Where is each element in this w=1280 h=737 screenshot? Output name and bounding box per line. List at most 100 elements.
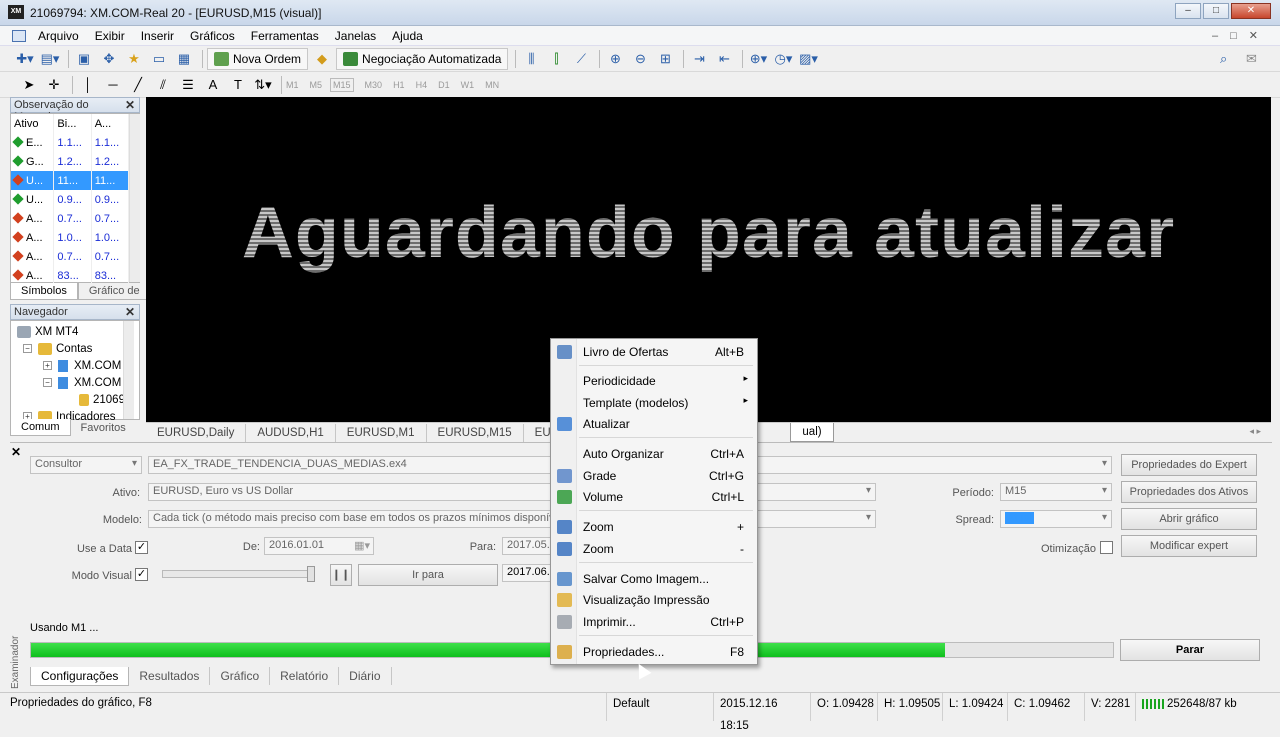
close-icon[interactable]: ✕ <box>125 98 135 112</box>
indicators-icon[interactable]: ⊕▾ <box>747 48 769 70</box>
speed-slider-thumb[interactable] <box>307 566 315 582</box>
arrows-icon[interactable]: ⇅▾ <box>252 74 274 96</box>
candlestick-icon[interactable]: ⫿ <box>545 48 567 70</box>
fibonacci-icon[interactable]: ☰ <box>177 74 199 96</box>
visual-mode-checkbox[interactable]: ✓ <box>135 568 148 581</box>
zoom-in-icon[interactable]: ⊕ <box>604 48 626 70</box>
stop-button[interactable]: Parar <box>1120 639 1260 661</box>
tab-scroll-arrows[interactable]: ◂ ▸ <box>1249 426 1261 437</box>
nav-login[interactable]: 21069 <box>17 391 139 408</box>
autoscroll-icon[interactable]: ⇥ <box>688 48 710 70</box>
nav-accounts[interactable]: − Contas <box>17 340 139 357</box>
vertical-line-icon[interactable]: │ <box>77 74 99 96</box>
bar-chart-icon[interactable]: ⫼ <box>520 48 542 70</box>
close-button[interactable]: ✕ <box>1231 3 1271 19</box>
context-menu-item[interactable]: Template (modelos) ▸ <box>552 392 756 414</box>
context-menu-item[interactable]: Grade Ctrl+G <box>552 465 756 487</box>
tab-simbolos[interactable]: Símbolos <box>10 283 78 300</box>
new-chart-icon[interactable]: ✚▾ <box>14 48 36 70</box>
status-profile[interactable]: Default <box>606 693 712 721</box>
menu-ajuda[interactable]: Ajuda <box>384 26 431 46</box>
close-icon[interactable]: ✕ <box>11 445 21 459</box>
tester-type-select[interactable]: Consultor <box>30 456 142 474</box>
market-watch-row[interactable]: A... 0.7... 0.7... <box>11 209 130 228</box>
tab-eurusd-m15-visual[interactable]: ual) <box>790 423 834 442</box>
line-chart-icon[interactable]: ⟋ <box>570 48 592 70</box>
menu-janelas[interactable]: Janelas <box>327 26 384 46</box>
mdi-window-controls[interactable]: ‒□✕ <box>1212 29 1270 42</box>
trendline-icon[interactable]: ╱ <box>127 74 149 96</box>
market-watch-row[interactable]: A... 0.7... 0.7... <box>11 247 130 266</box>
context-menu-item[interactable]: Livro de Ofertas Alt+B <box>552 341 756 363</box>
pause-button[interactable]: ❙❙ <box>330 564 352 586</box>
market-watch-row[interactable]: U... 0.9... 0.9... <box>11 190 130 209</box>
context-menu-item[interactable]: Visualização Impressão <box>552 589 756 611</box>
period-m30[interactable]: M30 <box>365 80 383 90</box>
zoom-out-icon[interactable]: ⊖ <box>629 48 651 70</box>
cursor-icon[interactable]: ➤ <box>18 74 40 96</box>
period-m5[interactable]: M5 <box>310 80 323 90</box>
new-order-button[interactable]: Nova Ordem <box>207 47 309 70</box>
horizontal-line-icon[interactable]: ─ <box>102 74 124 96</box>
market-watch-row[interactable]: A... 1.0... 1.0... <box>11 228 130 247</box>
speed-slider[interactable] <box>162 566 315 582</box>
crosshair-icon[interactable]: ✛ <box>43 74 65 96</box>
period-m1[interactable]: M1 <box>286 80 299 90</box>
context-menu-item[interactable]: Atualizar <box>552 413 756 435</box>
optimization-checkbox[interactable] <box>1100 541 1113 554</box>
context-menu-item[interactable]: Zoom + <box>552 516 756 538</box>
goto-date-field[interactable]: 2017.06.0 <box>502 564 552 582</box>
expert-properties-button[interactable]: Propriedades do Expert <box>1121 454 1257 476</box>
profiles-icon[interactable]: ▤▾ <box>39 48 61 70</box>
metaeditor-icon[interactable]: ◆ <box>311 48 333 70</box>
navigator-scrollbar[interactable] <box>123 321 134 419</box>
tile-windows-icon[interactable]: ⊞ <box>654 48 676 70</box>
market-watch-row[interactable]: G... 1.2... 1.2... <box>11 152 130 171</box>
text-label-icon[interactable]: T <box>227 74 249 96</box>
tab-resultados[interactable]: Resultados <box>129 667 211 685</box>
period-h4[interactable]: H4 <box>416 80 428 90</box>
collapse-icon[interactable]: − <box>43 378 52 387</box>
menu-graficos[interactable]: Gráficos <box>182 26 243 46</box>
context-menu-item[interactable]: Zoom - <box>552 538 756 560</box>
search-icon[interactable]: ⌕ <box>1220 51 1227 67</box>
context-menu-item[interactable]: Auto Organizar Ctrl+A <box>552 443 756 465</box>
menu-exibir[interactable]: Exibir <box>87 26 133 46</box>
context-menu-item[interactable]: Volume Ctrl+L <box>552 486 756 508</box>
autotrading-button[interactable]: Negociação Automatizada <box>336 47 509 70</box>
terminal-icon[interactable]: ▭ <box>148 48 170 70</box>
period-w1[interactable]: W1 <box>461 80 475 90</box>
from-date-field[interactable]: 2016.01.01 ▦▾ <box>264 537 374 555</box>
market-watch-row[interactable]: E... 1.1... 1.1... <box>11 133 130 152</box>
use-date-checkbox[interactable]: ✓ <box>135 541 148 554</box>
col-ativo[interactable]: Ativo <box>11 114 55 133</box>
symbol-properties-button[interactable]: Propriedades dos Ativos <box>1121 481 1257 503</box>
tab-favoritos[interactable]: Favoritos <box>70 419 136 436</box>
expand-icon[interactable]: + <box>43 361 52 370</box>
minimize-button[interactable]: – <box>1175 3 1201 19</box>
context-menu-item[interactable]: Imprimir... Ctrl+P <box>552 611 756 633</box>
model-select[interactable]: Cada tick (o método mais preciso com bas… <box>148 510 876 528</box>
data-window-icon[interactable]: ✥ <box>98 48 120 70</box>
maximize-button[interactable]: □ <box>1203 3 1229 19</box>
tab-configuracoes[interactable]: Configurações <box>30 666 130 686</box>
templates-icon[interactable]: ▨▾ <box>797 48 819 70</box>
col-ask[interactable]: A... <box>91 114 130 133</box>
chart-shift-icon[interactable]: ⇤ <box>713 48 735 70</box>
context-menu-item[interactable]: Propriedades... F8 <box>552 641 756 663</box>
nav-account-2[interactable]: − XM.COM <box>17 374 139 391</box>
tester-icon[interactable]: ▦ <box>173 48 195 70</box>
market-watch-icon[interactable]: ▣ <box>73 48 95 70</box>
menu-arquivo[interactable]: Arquivo <box>30 26 87 46</box>
tab-comum[interactable]: Comum <box>10 419 71 436</box>
tab-eurusd-m15[interactable]: EURUSD,M15 <box>427 423 524 442</box>
tab-diario[interactable]: Diário <box>339 667 392 685</box>
navigator-icon[interactable]: ★ <box>123 48 145 70</box>
goto-button[interactable]: Ir para <box>358 564 498 586</box>
close-icon[interactable]: ✕ <box>125 305 135 319</box>
channel-icon[interactable]: ⫽ <box>152 74 174 96</box>
collapse-icon[interactable]: − <box>23 344 32 353</box>
symbol-select[interactable]: EURUSD, Euro vs US Dollar <box>148 483 876 501</box>
text-icon[interactable]: A <box>202 74 224 96</box>
nav-root[interactable]: XM MT4 <box>17 323 139 340</box>
